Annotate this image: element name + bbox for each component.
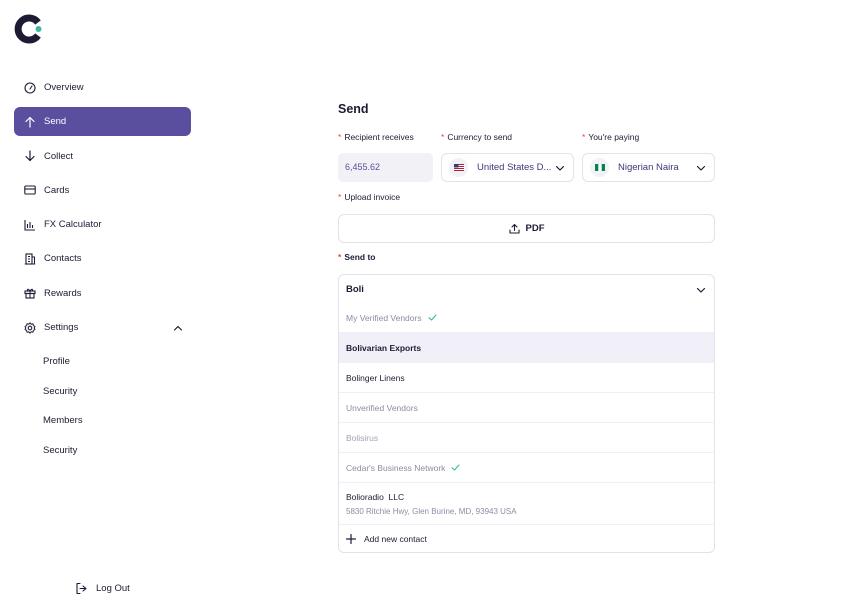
send-to-dropdown: My Verified Vendors Bolivarian Exports B… xyxy=(338,303,715,553)
settings-sub-members[interactable]: Members xyxy=(14,406,191,436)
logout-icon xyxy=(76,582,87,595)
sidebar-item-label: Overview xyxy=(44,82,84,93)
sidebar-item-rewards[interactable]: Rewards xyxy=(14,279,191,308)
currency-to-send-select[interactable]: United States D... xyxy=(441,153,574,182)
card-icon xyxy=(23,184,36,197)
brand-logo-icon xyxy=(14,14,42,44)
youre-paying-select[interactable]: Nigerian Naira xyxy=(582,153,715,182)
upload-pdf-label: PDF xyxy=(525,223,545,234)
sidebar-item-fx-calculator[interactable]: FX Calculator xyxy=(14,210,191,239)
sidebar-item-settings[interactable]: Settings xyxy=(14,313,191,342)
check-icon xyxy=(428,314,437,321)
youre-paying-label: * You're paying xyxy=(582,132,640,142)
upload-icon xyxy=(508,223,520,234)
currency-to-send-label: * Currency to send xyxy=(441,132,513,142)
add-new-contact-button[interactable]: Add new contact xyxy=(339,525,714,552)
check-icon xyxy=(451,464,460,471)
youre-paying-value: Nigerian Naira xyxy=(618,162,679,173)
chevron-down-icon xyxy=(696,165,706,171)
chevron-down-icon xyxy=(555,165,565,171)
sidebar-item-label: Send xyxy=(44,116,67,128)
sidebar-item-label: Rewards xyxy=(44,287,82,299)
option-name: Bolioradio LLC xyxy=(346,491,405,502)
settings-sub-profile[interactable]: Profile xyxy=(14,347,191,377)
ng-flag-icon xyxy=(590,158,609,177)
currency-to-send-value: United States D... xyxy=(477,162,552,173)
sidebar-item-cards[interactable]: Cards xyxy=(14,176,191,205)
send-to-label: * Send to xyxy=(338,252,376,262)
sidebar-item-collect[interactable]: Collect xyxy=(14,142,191,171)
dropdown-option-bolivarian-exports[interactable]: Bolivarian Exports xyxy=(339,333,714,363)
plus-icon xyxy=(346,533,356,544)
dropdown-option-bolisirus[interactable]: Bolisirus xyxy=(339,423,714,453)
sidebar-item-label: FX Calculator xyxy=(44,219,102,231)
us-flag-icon xyxy=(449,158,468,177)
sidebar-item-label: Settings xyxy=(44,322,79,334)
dropdown-group-verified: My Verified Vendors xyxy=(339,303,714,333)
building-icon xyxy=(23,252,36,265)
dropdown-group-unverified: Unverified Vendors xyxy=(339,393,714,423)
sidebar-item-label: Contacts xyxy=(44,253,82,265)
sidebar-item-send[interactable]: Send xyxy=(14,107,191,137)
gear-icon xyxy=(23,321,36,334)
sidebar-nav: Overview Send Collect Cards FX Calculato… xyxy=(14,73,191,465)
chevron-up-icon[interactable] xyxy=(173,323,183,333)
upload-invoice-label: * Upload invoice xyxy=(338,192,401,202)
dropdown-group-cedar: Cedar's Business Network xyxy=(339,453,714,483)
sidebar-item-label: Cards xyxy=(44,184,70,196)
chevron-down-icon[interactable] xyxy=(696,285,706,295)
bar-chart-icon xyxy=(23,218,36,231)
sidebar-item-overview[interactable]: Overview xyxy=(14,73,191,102)
dropdown-option-bolinger-linens[interactable]: Bolinger Linens xyxy=(339,363,714,393)
send-to-combobox[interactable] xyxy=(338,274,715,304)
gauge-icon xyxy=(23,81,36,94)
page-title: Send xyxy=(338,102,369,116)
logout-button[interactable]: Log Out xyxy=(75,582,130,595)
recipient-receives-label: * Recipient receives xyxy=(338,132,414,142)
option-address: 5830 Ritchie Hwy, Glen Burine, MD, 93943… xyxy=(346,506,517,516)
recipient-amount-input[interactable]: 6,455.62 xyxy=(338,153,433,182)
gift-icon xyxy=(23,287,36,300)
settings-sub-security-2[interactable]: Security xyxy=(14,436,191,466)
sidebar-item-contacts[interactable]: Contacts xyxy=(14,244,191,273)
sidebar-item-label: Collect xyxy=(44,150,74,162)
upload-pdf-button[interactable]: PDF xyxy=(338,214,715,243)
dropdown-option-bolioradio-llc[interactable]: Bolioradio LLC 5830 Ritchie Hwy, Glen Bu… xyxy=(339,483,714,525)
logout-label: Log Out xyxy=(96,583,130,594)
settings-sub-security[interactable]: Security xyxy=(14,377,191,407)
send-to-search-input[interactable] xyxy=(346,283,646,295)
arrow-up-icon xyxy=(23,115,36,128)
arrow-down-icon xyxy=(23,150,36,163)
